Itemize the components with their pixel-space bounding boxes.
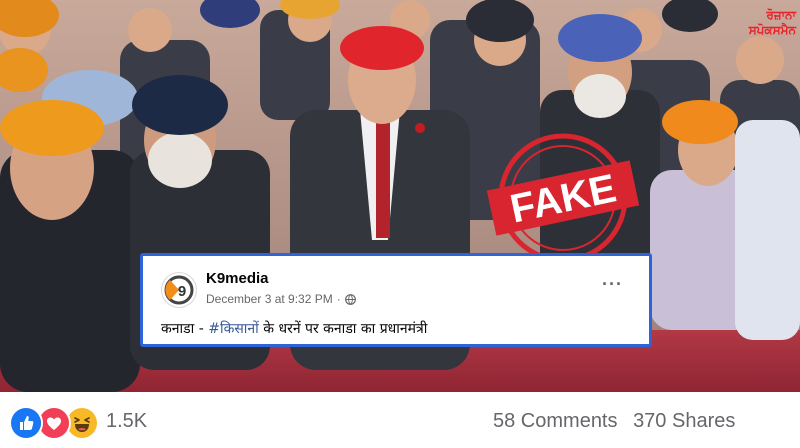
more-options-icon[interactable]: ··· — [602, 274, 623, 295]
post-text-end: के धरनें पर कनाडा का प्रधानमंत्री — [258, 321, 428, 337]
comments-count[interactable]: 58 Comments — [493, 410, 618, 432]
post-meta: December 3 at 9:32 PM · — [206, 292, 356, 306]
post-text-start: कनाडा - — [161, 321, 209, 337]
post-card[interactable]: 9 K9media December 3 at 9:32 PM · ··· कन… — [140, 253, 652, 347]
post-text: कनाडा - #किसानों के धरनें पर कनाडा का प्… — [161, 319, 427, 338]
watermark-logo: ਰੋਜ਼ਾਨਾ ਸਪੋਕਸਮੈਨ — [702, 8, 796, 38]
post-timestamp[interactable]: December 3 at 9:32 PM — [206, 292, 333, 306]
hashtag-link[interactable]: #किसानों — [208, 321, 259, 337]
logo-line-1: ਰੋਜ਼ਾਨਾ — [766, 8, 796, 22]
page-name[interactable]: K9media — [206, 270, 269, 287]
engagement-bar: 1.5K 58 Comments 370 Shares — [0, 392, 800, 448]
page-avatar[interactable]: 9 — [161, 272, 197, 308]
logo-line-2: ਸਪੋਕਸਮੈਨ — [748, 23, 796, 37]
globe-icon — [344, 293, 356, 305]
like-icon — [9, 406, 43, 440]
avatar-letter: 9 — [178, 283, 186, 300]
reaction-icons[interactable] — [9, 406, 99, 440]
reaction-count[interactable]: 1.5K — [106, 410, 147, 433]
stamp-text: FAKE — [506, 166, 620, 231]
meta-separator: · — [336, 292, 341, 306]
shares-count[interactable]: 370 Shares — [633, 410, 735, 432]
post-stats: 58 Comments 370 Shares — [493, 410, 735, 433]
fake-stamp: FAKE — [478, 128, 648, 268]
